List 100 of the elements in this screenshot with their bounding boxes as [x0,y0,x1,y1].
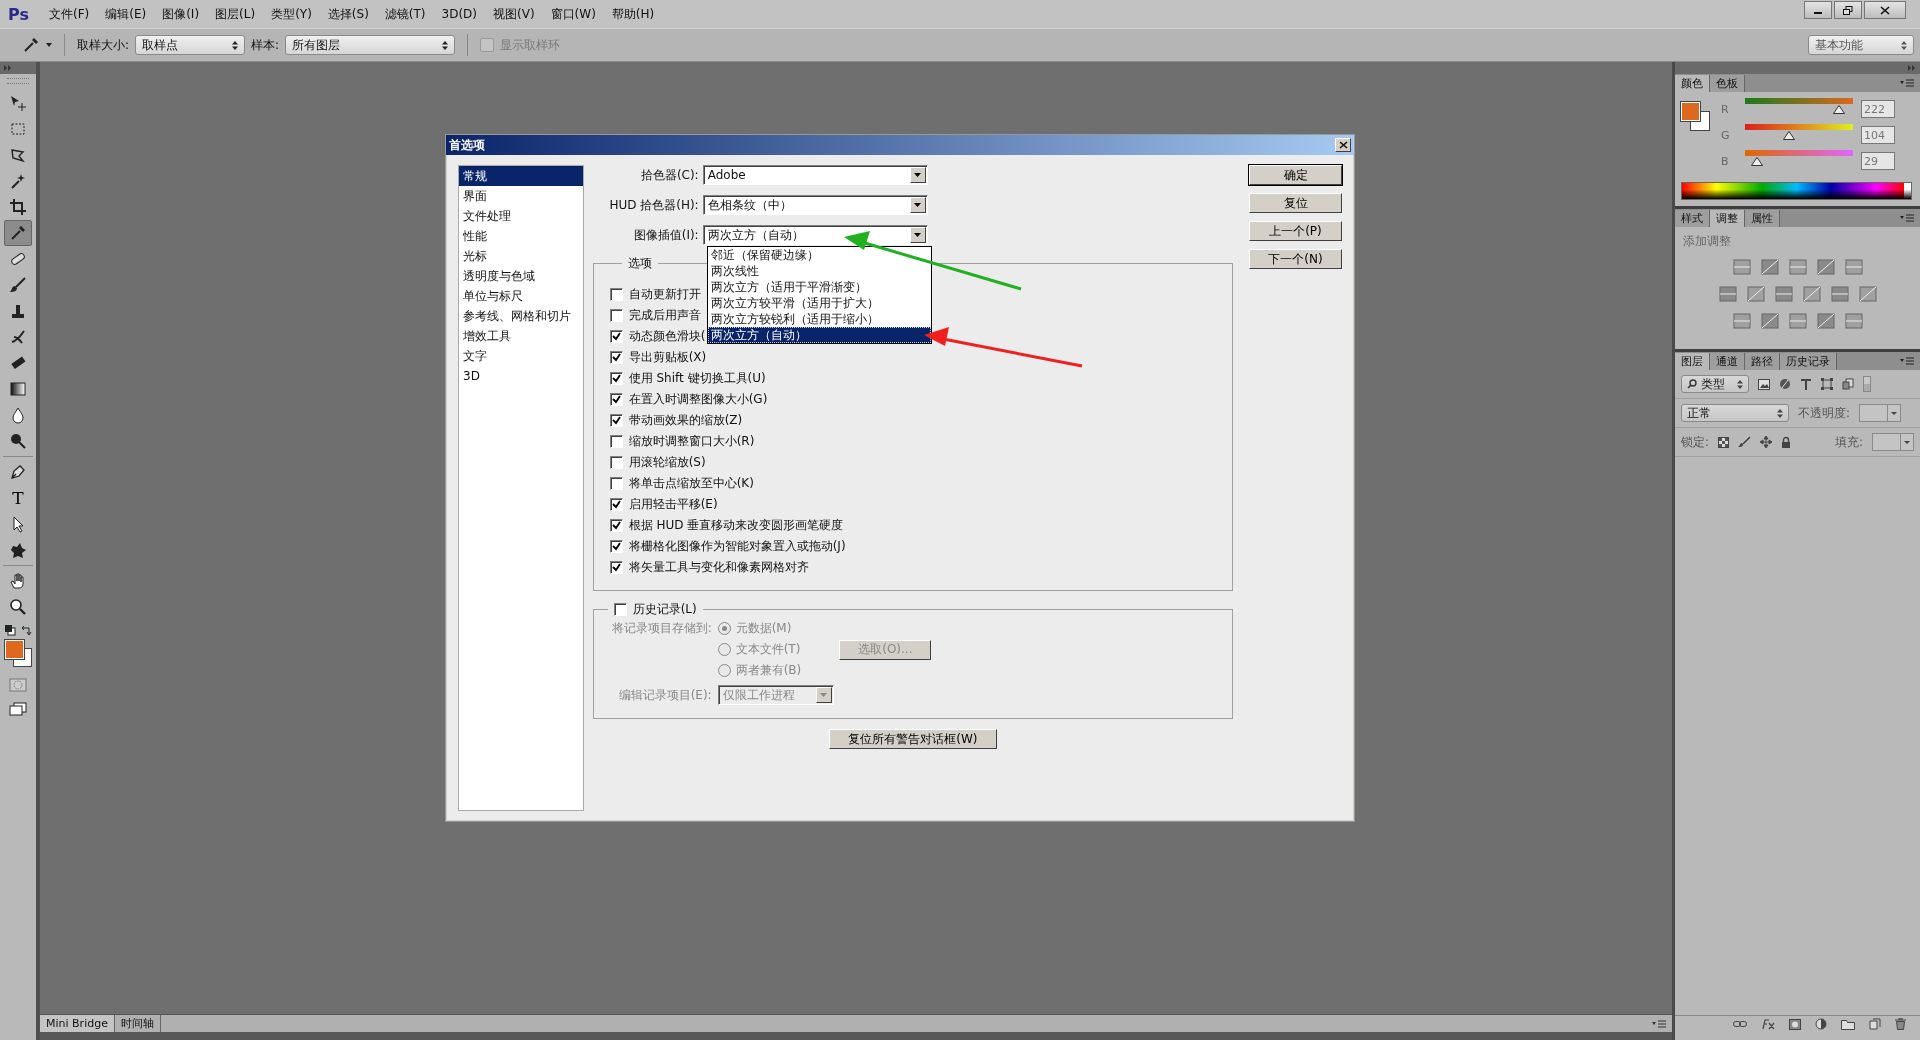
category-item[interactable]: 单位与标尺 [459,286,583,306]
menu-item[interactable]: 图像(I) [162,5,200,23]
category-item[interactable]: 常规 [459,166,583,186]
category-item[interactable]: 透明度与色域 [459,266,583,286]
dropdown-option[interactable]: 两次线性 [707,263,931,279]
menu-item[interactable]: 编辑(E) [105,5,147,23]
brush-icon[interactable] [1738,436,1752,448]
dialog-button[interactable]: 上一个(P) [1249,221,1342,241]
swap-colors-icon[interactable] [20,624,32,636]
reset-warnings-button[interactable]: 复位所有警告对话框(W) [828,729,997,749]
panel-tab[interactable]: 调整 [1710,210,1745,227]
menu-item[interactable]: 窗口(W) [550,5,596,23]
lock-icon[interactable] [1781,436,1792,448]
tool-button[interactable]: T [4,485,32,511]
panel-tab[interactable]: 路径 [1745,353,1780,370]
menu-item[interactable]: 图层(L) [215,5,256,23]
category-item[interactable]: 界面 [459,186,583,206]
value-field[interactable]: 29 [1861,152,1895,170]
panel-tab[interactable]: 图层 [1675,353,1710,370]
eyedropper-icon[interactable] [22,36,40,54]
value-field[interactable]: 104 [1861,126,1895,144]
image-icon[interactable] [1758,378,1770,390]
radio-button[interactable] [717,622,731,635]
new-layer-icon[interactable] [1869,1018,1881,1030]
dropdown-option[interactable]: 两次立方（自动） [707,327,931,343]
checkbox[interactable] [609,414,623,427]
category-item[interactable]: 文字 [459,346,583,366]
radio-button[interactable] [717,664,731,677]
checkbox[interactable] [609,519,623,532]
move-icon[interactable] [1760,436,1773,448]
category-item[interactable]: 增效工具 [459,326,583,346]
panel-tab[interactable]: 属性 [1745,210,1780,227]
panel-menu-icon[interactable] [1652,1019,1666,1028]
checkbox[interactable] [609,330,623,343]
panel-menu-icon[interactable] [1900,79,1914,87]
checkbox[interactable] [480,38,495,52]
color-spectrum[interactable] [1681,182,1912,200]
dropdown-option[interactable]: 两次立方（适用于平滑渐变） [707,279,931,295]
menu-item[interactable]: 视图(V) [493,5,535,23]
dialog-button[interactable]: 确定 [1249,165,1342,185]
category-item[interactable]: 光标 [459,246,583,266]
panel-menu-icon[interactable] [1900,357,1914,365]
panel-tab[interactable]: 颜色 [1675,75,1710,92]
opacity-field[interactable] [1859,404,1902,422]
checkbox[interactable] [609,288,623,301]
panel-tab[interactable]: 通道 [1710,353,1745,370]
screen-mode-icon[interactable] [9,702,27,716]
dropdown-option[interactable]: 两次立方较锐利（适用于缩小） [707,311,931,327]
menu-item[interactable]: 滤镜(T) [384,5,426,23]
filter-select[interactable]: 类型 [1681,375,1749,393]
slider-thumb[interactable] [1750,157,1763,166]
menu-item[interactable]: 文件(F) [48,5,90,23]
category-item[interactable]: 性能 [459,226,583,246]
checkbox[interactable] [613,603,627,616]
checkbox[interactable] [609,477,623,490]
mask-icon[interactable] [1789,1018,1801,1030]
checkbox[interactable] [609,393,623,406]
menu-item[interactable]: 类型(Y) [271,5,312,23]
panel-tab[interactable]: 样式 [1675,210,1710,227]
checkbox[interactable] [609,456,623,469]
panel-tab[interactable]: Mini Bridge [40,1015,115,1032]
restore-button[interactable] [1834,1,1862,19]
caret-icon[interactable] [46,43,52,47]
radio-button[interactable] [717,643,731,656]
link-icon[interactable] [1733,1019,1747,1029]
text-layer-icon[interactable] [1800,378,1812,390]
shape-layer-icon[interactable] [1821,378,1833,390]
smart-object-icon[interactable] [1842,378,1854,390]
checkbox[interactable] [609,309,623,322]
trash-icon[interactable] [1895,1018,1906,1030]
effects-icon[interactable] [1761,1018,1775,1030]
value-field[interactable]: 222 [1861,100,1895,118]
fill-field[interactable] [1872,433,1914,451]
panel-tab[interactable]: 时间轴 [114,1015,161,1032]
panel-tab[interactable]: 色板 [1710,75,1745,92]
minimize-button[interactable] [1804,1,1832,19]
slider-thumb[interactable] [1783,131,1796,140]
circle-icon[interactable] [1779,378,1791,390]
checkbox[interactable] [609,372,623,385]
dialog-button[interactable]: 下一个(N) [1249,249,1342,269]
color-swatches[interactable] [3,638,33,668]
slider-thumb[interactable] [1832,105,1845,114]
checkbox[interactable] [609,498,623,511]
panel-menu-icon[interactable] [1900,214,1914,222]
dropdown[interactable]: 两次立方（自动） [702,225,928,245]
checkbox[interactable] [609,561,623,574]
menu-item[interactable]: 帮助(H) [611,5,655,23]
toggle-icon[interactable] [1863,376,1871,392]
adjustment-layer-icon[interactable] [1815,1018,1827,1030]
blend-mode-select[interactable]: 正常 [1681,404,1789,422]
dropdown-option[interactable]: 两次立方较平滑（适用于扩大） [707,295,931,311]
checkbox[interactable] [609,435,623,448]
menu-item[interactable]: 选择(S) [327,5,369,23]
dialog-button[interactable]: 复位 [1249,193,1342,213]
category-item[interactable]: 3D [459,366,583,386]
workspace-select[interactable]: 基本功能 [1808,35,1914,55]
checkbox[interactable] [609,540,623,553]
category-item[interactable]: 文件处理 [459,206,583,226]
menu-item[interactable]: 3D(D) [441,7,478,21]
panel-tab[interactable]: 历史记录 [1780,353,1837,370]
